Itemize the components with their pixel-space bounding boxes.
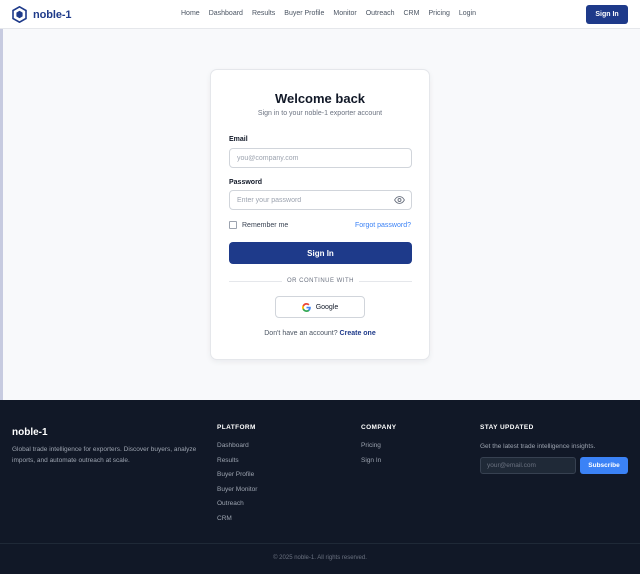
nav-link-crm[interactable]: CRM xyxy=(404,10,420,17)
remember-me-checkbox[interactable] xyxy=(229,221,237,229)
remember-me-row: Remember me xyxy=(229,221,288,229)
forgot-password-link[interactable]: Forgot password? xyxy=(355,222,411,229)
footer-link-buyer-monitor[interactable]: Buyer Monitor xyxy=(217,483,257,498)
footer-link-pricing[interactable]: Pricing xyxy=(361,439,381,454)
footer-copyright: © 2025 noble-1. All rights reserved. xyxy=(273,555,367,561)
footer-brand: noble-1 xyxy=(12,427,48,438)
brand-name: noble-1 xyxy=(33,8,72,21)
left-edge-accent xyxy=(0,29,3,400)
remember-me-label[interactable]: Remember me xyxy=(242,222,288,229)
login-card: Welcome back Sign in to your noble-1 exp… xyxy=(210,69,430,360)
nav-links: Home Dashboard Results Buyer Profile Mon… xyxy=(181,10,485,17)
footer-newsletter-text: Get the latest trade intelligence insigh… xyxy=(480,443,596,450)
footer-link-crm[interactable]: CRM xyxy=(217,512,257,527)
footer-link-results[interactable]: Results xyxy=(217,454,257,469)
password-label: Password xyxy=(229,179,263,186)
subscribe-button[interactable]: Subscribe xyxy=(580,457,628,474)
nav-link-dashboard[interactable]: Dashboard xyxy=(209,10,243,17)
footer-newsletter-heading: STAY UPDATED xyxy=(480,424,534,431)
eye-icon[interactable] xyxy=(394,196,405,204)
footer-link-outreach[interactable]: Outreach xyxy=(217,497,257,512)
or-divider: OR CONTINUE WITH xyxy=(229,277,412,285)
nav-link-monitor[interactable]: Monitor xyxy=(333,10,356,17)
brand-logo[interactable]: noble-1 xyxy=(12,6,72,23)
top-navbar: noble-1 Home Dashboard Results Buyer Pro… xyxy=(0,0,640,29)
email-label: Email xyxy=(229,136,248,143)
footer-link-dashboard[interactable]: Dashboard xyxy=(217,439,257,454)
divider-label: OR CONTINUE WITH xyxy=(287,278,354,284)
signin-submit-button[interactable]: Sign In xyxy=(229,242,412,264)
nav-link-pricing[interactable]: Pricing xyxy=(428,10,449,17)
google-label: Google xyxy=(315,303,339,311)
login-subtitle: Sign in to your noble-1 exporter account xyxy=(257,110,383,117)
nav-link-buyer-profile[interactable]: Buyer Profile xyxy=(284,10,324,17)
divider-line-right xyxy=(359,280,412,282)
footer-platform-heading: PLATFORM xyxy=(217,424,256,431)
google-signin-button[interactable]: Google xyxy=(275,296,365,318)
nav-signin-button[interactable]: Sign In xyxy=(586,5,628,24)
footer: noble-1 Global trade intelligence for ex… xyxy=(0,400,640,574)
nav-link-outreach[interactable]: Outreach xyxy=(366,10,395,17)
password-field[interactable] xyxy=(229,190,412,210)
footer-company-links: Pricing Sign In xyxy=(361,439,381,468)
footer-divider xyxy=(0,543,640,544)
nav-link-home[interactable]: Home xyxy=(181,10,200,17)
signup-prompt: Don't have an account? xyxy=(264,330,338,337)
email-field[interactable] xyxy=(229,148,412,168)
footer-company-heading: COMPANY xyxy=(361,424,397,431)
login-title: Welcome back xyxy=(274,91,366,106)
footer-platform-links: Dashboard Results Buyer Profile Buyer Mo… xyxy=(217,439,257,526)
create-account-link[interactable]: Create one xyxy=(340,330,376,337)
nav-link-results[interactable]: Results xyxy=(252,10,275,17)
footer-description: Global trade intelligence for exporters.… xyxy=(12,446,197,464)
footer-link-signin[interactable]: Sign In xyxy=(361,454,381,469)
signup-row: Don't have an account? Create one xyxy=(211,330,429,337)
footer-link-buyer-profile[interactable]: Buyer Profile xyxy=(217,468,257,483)
divider-line-left xyxy=(229,280,282,282)
nav-link-login[interactable]: Login xyxy=(459,10,476,17)
google-icon xyxy=(301,302,311,312)
newsletter-email-input[interactable] xyxy=(480,457,576,474)
hexagon-logo-icon xyxy=(12,6,27,23)
